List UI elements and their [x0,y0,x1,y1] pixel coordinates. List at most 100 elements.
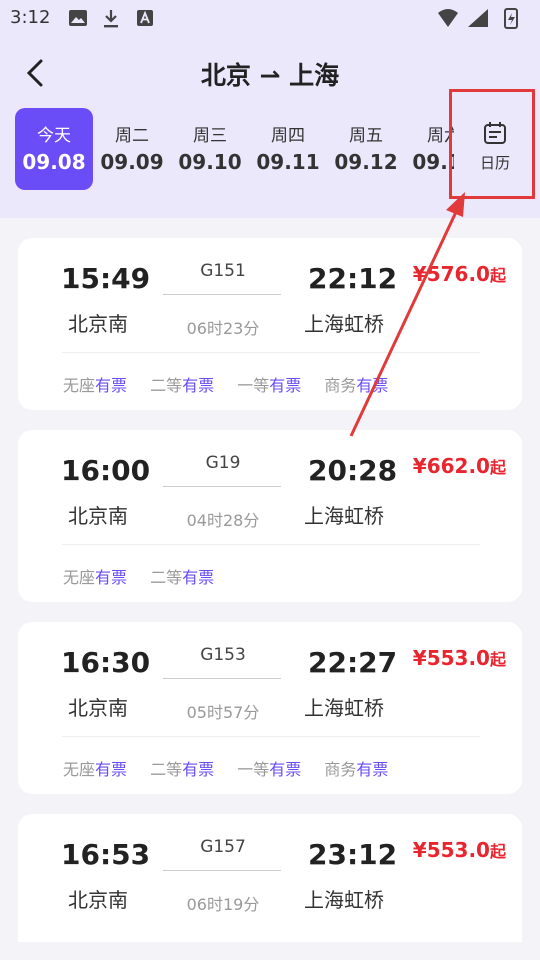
train-card-g19[interactable]: 16:00 G19 20:28 北京南 04时28分 上海虹桥 ¥662.0起 … [18,430,522,602]
date-tab-2[interactable]: 周三 09.10 [171,108,249,190]
route-line [163,678,281,679]
to-station: 上海虹桥 [304,888,384,912]
seat-availability: 有票 [95,760,128,779]
seat-class: 无座 [63,568,96,587]
duration: 05时57分 [186,703,260,722]
price: ¥553.0起 [413,646,506,670]
seat-class: 商务 [324,376,357,395]
arrive-time: 20:28 [308,454,398,487]
duration: 06时23分 [186,319,260,338]
arrive-time: 22:27 [308,646,398,679]
duration: 04时28分 [186,511,260,530]
arrive-time: 22:12 [308,262,398,295]
date-weekday: 周六 [427,126,454,146]
route-line [163,486,281,487]
from-station: 北京南 [68,312,128,336]
seat-item: 无座有票 [63,372,127,396]
seat-class: 商务 [324,760,357,779]
divider [62,352,480,353]
date-tab-0[interactable]: 今天 09.08 [15,108,93,190]
seat-class: 二等 [150,376,183,395]
price-value: ¥662.0 [412,454,490,478]
route-line [163,870,281,871]
price-value: ¥553.0 [412,646,490,670]
seat-class: 一等 [237,760,270,779]
price-suffix: 起 [489,650,506,669]
seat-availability: 有票 [269,376,302,395]
depart-time: 16:00 [61,454,151,487]
to-station: 上海虹桥 [304,696,384,720]
price-value: ¥576.0 [412,262,490,286]
date-tab-5[interactable]: 周六 09.13 [405,108,454,190]
seat-item: 一等有票 [237,756,301,780]
date-value: 09.08 [22,150,86,174]
date-weekday: 周四 [271,126,305,146]
seat-availability: 有票 [356,760,389,779]
price-suffix: 起 [489,266,506,285]
status-time: 3:12 [10,7,51,28]
date-value: 09.10 [178,150,242,174]
date-weekday: 周二 [115,126,149,146]
from-station: 北京南 [68,504,128,528]
train-card-g151[interactable]: 15:49 G151 22:12 北京南 06时23分 上海虹桥 ¥576.0起… [18,238,522,410]
seat-item: 无座有票 [63,564,127,588]
status-icons [436,8,528,34]
seat-list: 无座有票 二等有票 一等有票 商务有票 [63,756,406,780]
date-tab-4[interactable]: 周五 09.12 [327,108,405,190]
seat-list: 无座有票 二等 有票 [63,564,232,588]
divider [62,736,480,737]
from-station: 北京南 [68,696,128,720]
download-icon [104,10,118,28]
seat-item: 商务有票 [324,756,388,780]
route-line [163,294,281,295]
price-value: ¥553.0 [412,838,490,862]
seat-class: 无座 [63,760,96,779]
date-value: 09.13 [412,150,454,174]
image-icon [69,10,87,26]
date-value: 09.11 [256,150,320,174]
depart-time: 16:30 [61,646,151,679]
date-tab-3[interactable]: 周四 09.11 [249,108,327,190]
to-station: 上海虹桥 [304,504,384,528]
date-value: 09.12 [334,150,398,174]
price-suffix: 起 [489,842,506,861]
seat-availability: 有票 [182,376,215,395]
seat-availability: 有票 [95,568,128,587]
train-card-g157[interactable]: 16:53 G157 23:12 北京南 06时19分 上海虹桥 ¥553.0起 [18,814,522,942]
seat-availability: 有票 [356,376,389,395]
seat-item: 二等有票 [150,756,214,780]
to-station: 上海虹桥 [304,312,384,336]
wifi-icon [438,9,458,27]
date-value: 09.09 [100,150,164,174]
depart-time: 15:49 [61,262,151,295]
seat-availability: 有票 [182,760,215,779]
train-card-g153[interactable]: 16:30 G153 22:27 北京南 05时57分 上海虹桥 ¥553.0起… [18,622,522,794]
price: ¥553.0起 [413,838,506,862]
date-weekday: 周三 [193,126,227,146]
seat-class: 二等 [150,568,183,587]
seat-item: 一等有票 [237,372,301,396]
train-number: G19 [205,453,241,473]
page-title: 北京 ⇀ 上海 [200,61,340,90]
status-bar: 3:12 [0,0,540,36]
battery-icon [504,8,518,29]
train-number: G153 [200,645,246,665]
seat-list: 无座有票 二等有票 一等有票 商务有票 [63,372,406,396]
seat-item: 二等有票 [150,372,214,396]
price-suffix: 起 [489,458,506,477]
date-tab-1[interactable]: 周二 09.09 [93,108,171,190]
train-number: G157 [200,837,246,857]
from-station: 北京南 [68,888,128,912]
seat-availability: 有票 [95,376,128,395]
depart-time: 16:53 [61,838,151,871]
price: ¥662.0起 [413,454,506,478]
date-weekday: 今天 [37,126,71,146]
date-selector: 今天 09.08 周二 09.09 周三 09.10 周四 09.11 周五 0… [14,108,454,190]
seat-item: 无座有票 [63,756,127,780]
seat-availability: 有票 [269,760,302,779]
seat-class: 一等 [237,376,270,395]
seat-class: 无座 [63,376,96,395]
seat-class: 二等 [150,760,183,779]
signal-icon [468,9,488,27]
highlight-box [449,89,535,199]
